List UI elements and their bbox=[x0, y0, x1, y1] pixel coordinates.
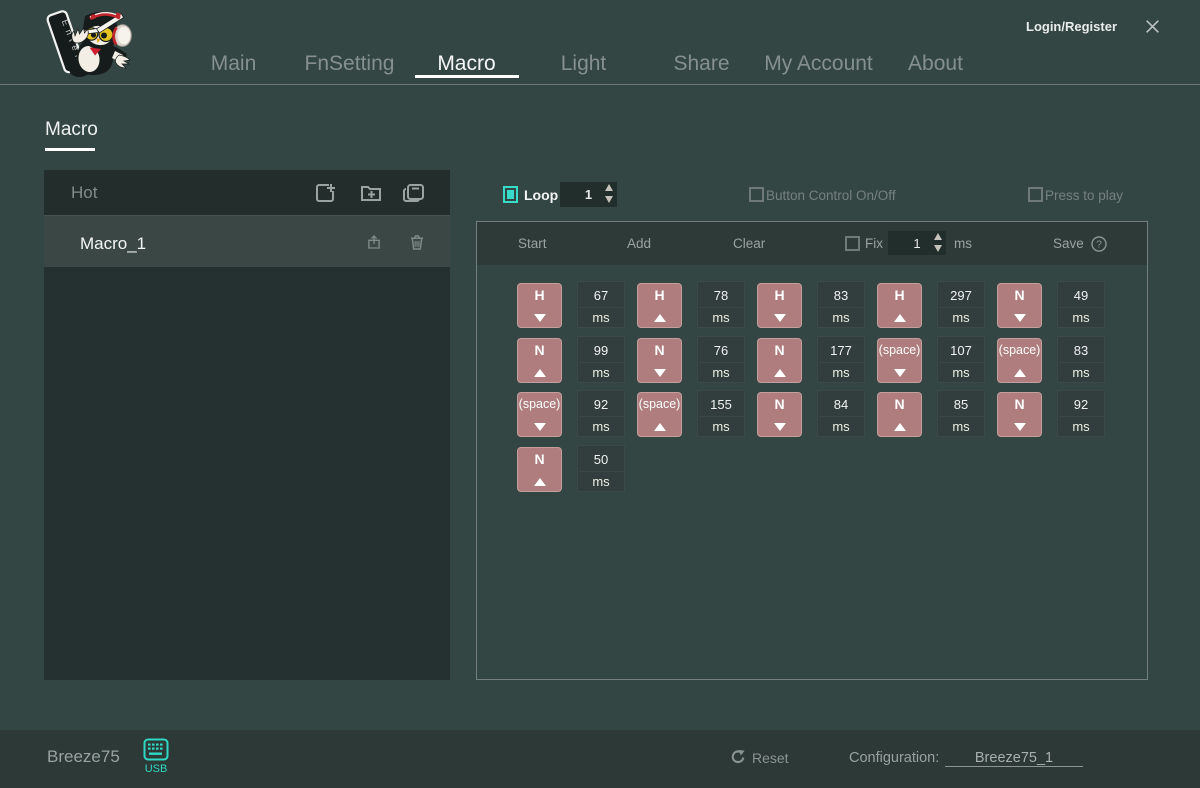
svg-text:?: ? bbox=[1096, 240, 1102, 251]
